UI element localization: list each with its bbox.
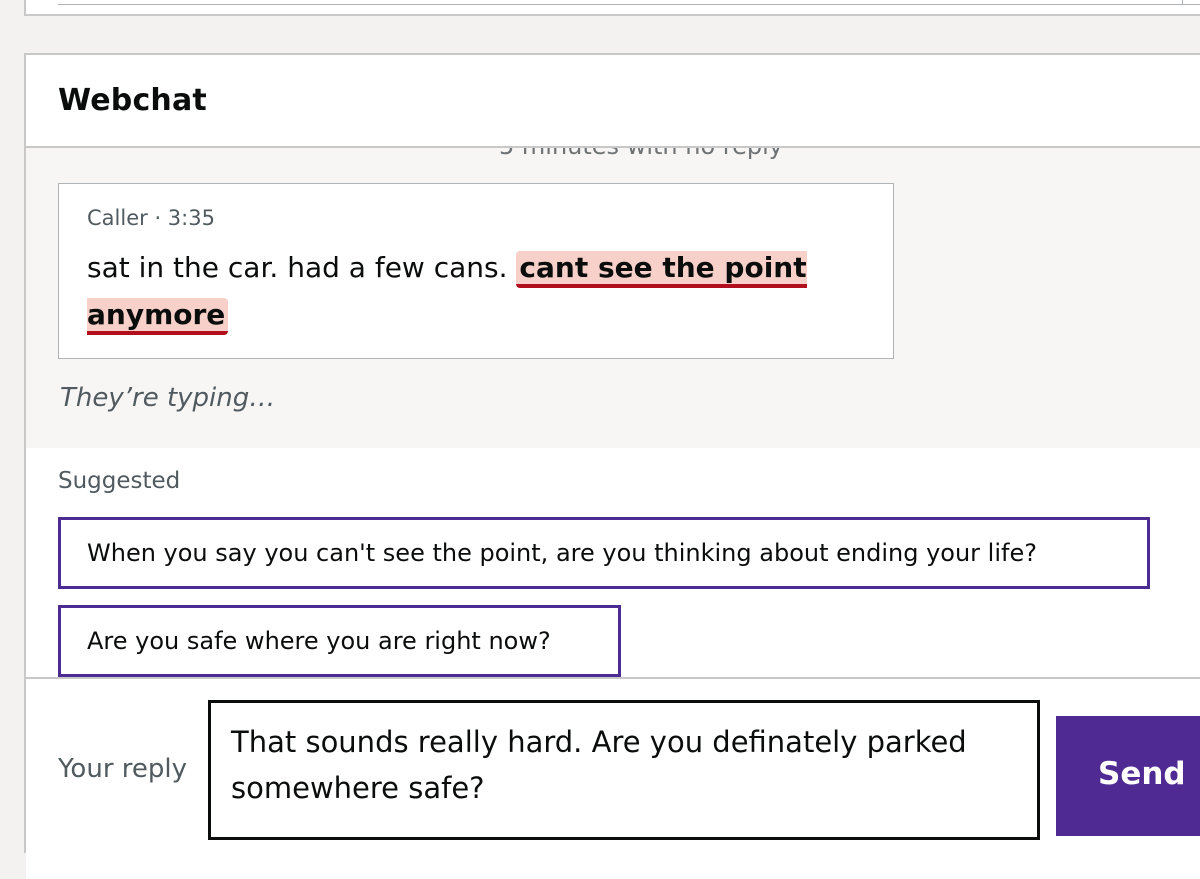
system-note: 5 minutes with no reply (426, 148, 856, 160)
message-meta: Caller · 3:35 (87, 206, 865, 230)
suggested-label: Suggested (58, 468, 181, 494)
reply-label: Your reply (58, 754, 187, 784)
panel-title: Webchat (58, 83, 207, 118)
message-sender: Caller (87, 206, 148, 230)
message-time: 3:35 (167, 206, 215, 230)
message-text-plain: sat in the car. had a few cans. (87, 251, 517, 284)
message-text: sat in the car. had a few cans. cant see… (87, 244, 865, 338)
webchat-panel: Webchat 5 minutes with no reply Caller ·… (24, 53, 1200, 879)
message-separator: · (147, 206, 168, 230)
reply-input[interactable]: That sounds really hard. Are you definat… (208, 700, 1040, 840)
reply-bar: Your reply That sounds really hard. Are … (26, 677, 1200, 879)
suggested-reply-1[interactable]: When you say you can't see the point, ar… (58, 517, 1150, 589)
previous-card (24, 0, 1200, 16)
send-button[interactable]: Send (1056, 716, 1200, 836)
previous-card-corner (1182, 0, 1200, 5)
typing-indicator: They’re typing… (60, 383, 276, 413)
caller-message: Caller · 3:35 sat in the car. had a few … (58, 183, 894, 359)
suggested-reply-2[interactable]: Are you safe where you are right now? (58, 605, 621, 677)
chat-transcript[interactable]: 5 minutes with no reply Caller · 3:35 sa… (26, 148, 1200, 448)
previous-card-divider (58, 4, 1200, 5)
panel-header: Webchat (26, 55, 1200, 148)
